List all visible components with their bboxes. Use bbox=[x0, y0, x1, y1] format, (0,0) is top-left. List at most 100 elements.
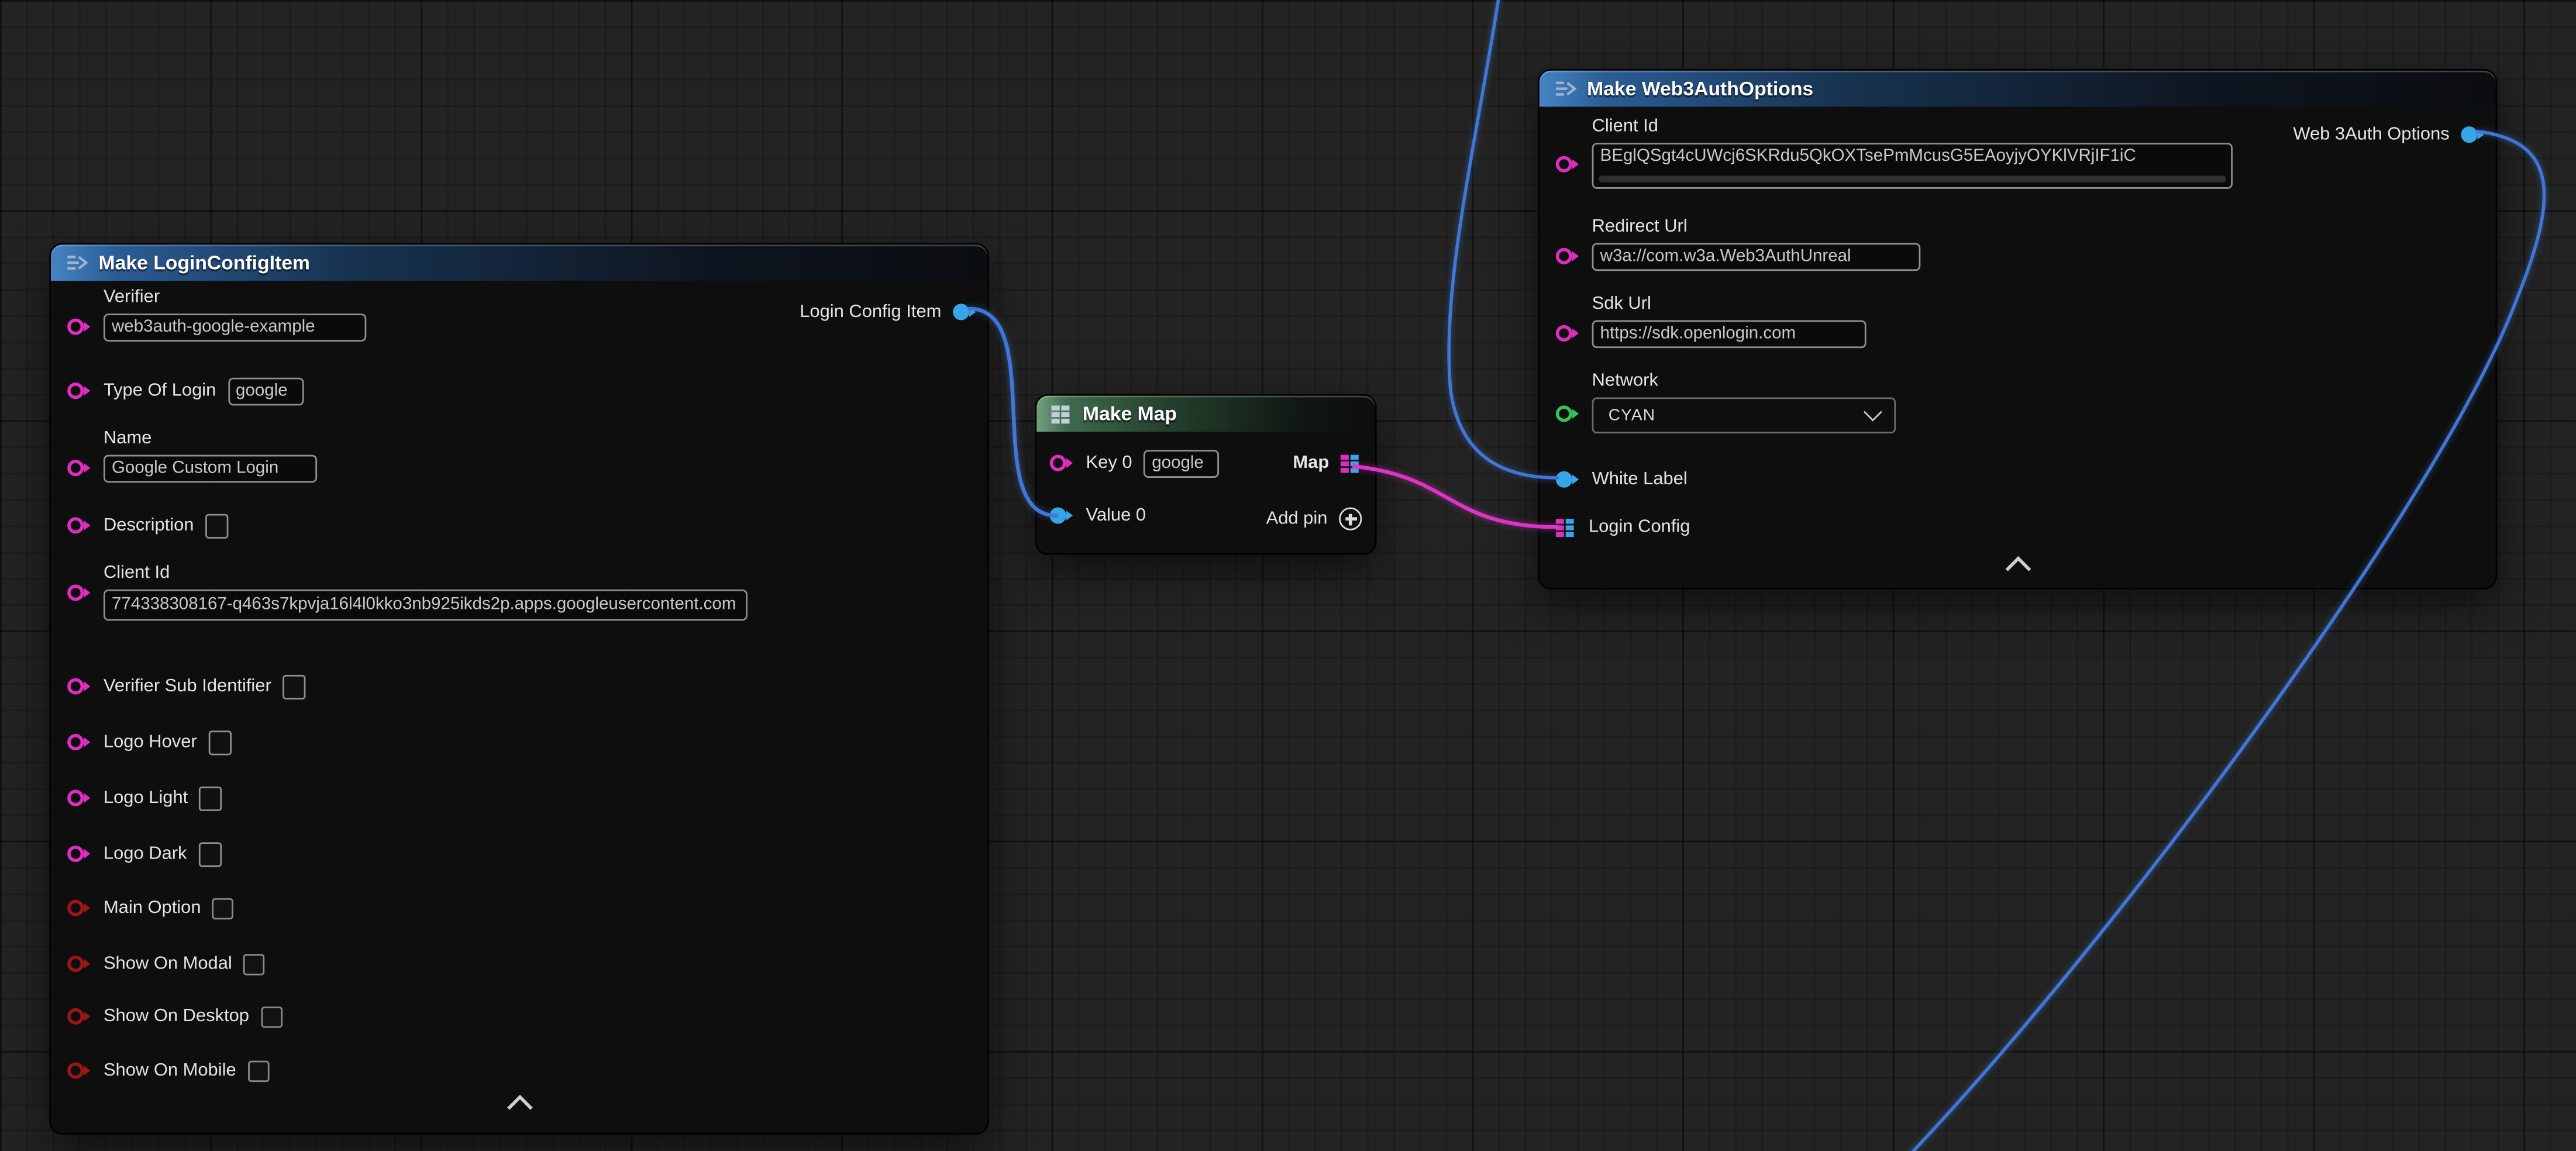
pin-label: Logo Hover bbox=[104, 732, 197, 753]
pin-row-name: Name Google Custom Login bbox=[67, 429, 317, 483]
logo-dark-input[interactable] bbox=[198, 842, 221, 866]
pin-label: Client Id bbox=[1592, 116, 2233, 137]
pin-label: Login Config bbox=[1589, 516, 1690, 537]
pin-type-of-login[interactable] bbox=[67, 382, 84, 399]
pin-label: Show On Mobile bbox=[104, 1060, 236, 1081]
node-header-make-map[interactable]: Make Map bbox=[1036, 396, 1375, 432]
pin-show-on-desktop[interactable] bbox=[67, 1008, 84, 1025]
pin-network[interactable] bbox=[1556, 405, 1572, 422]
pin-row-show-on-modal: Show On Modal bbox=[67, 949, 265, 979]
pin-row-web3auth-options-output: Web 3Auth Options bbox=[2293, 120, 2485, 150]
pin-show-on-mobile[interactable] bbox=[67, 1062, 84, 1078]
blueprint-editor-viewport: Make LoginConfigItem Login Config Item V… bbox=[0, 0, 2576, 1151]
pin-label: White Label bbox=[1592, 469, 1688, 490]
network-dropdown[interactable]: CYAN bbox=[1592, 397, 1896, 433]
pin-key0[interactable] bbox=[1050, 455, 1066, 471]
node-make-map[interactable]: Make Map Key 0 google Map Value 0 Add pi… bbox=[1035, 394, 1376, 555]
pin-description[interactable] bbox=[67, 517, 84, 533]
pin-row-login-config: Login Config bbox=[1556, 512, 1690, 542]
collapse-chevron-row bbox=[1540, 560, 2496, 578]
pin-label: Client Id bbox=[104, 563, 748, 584]
collapse-chevron-up-icon[interactable] bbox=[2005, 556, 2030, 582]
make-struct-icon bbox=[1554, 79, 1577, 99]
pin-verifier-sub-identifier[interactable] bbox=[67, 678, 84, 694]
show-on-desktop-checkbox[interactable] bbox=[261, 1006, 283, 1027]
pin-row-verifier: Verifier web3auth-google-example bbox=[67, 287, 366, 342]
logo-hover-input[interactable] bbox=[208, 730, 231, 754]
client-id-value: BEglQSgt4cUWcj6SKRdu5QkOXTsePmMcusG5EAoy… bbox=[1600, 146, 2136, 166]
node-header-make-web3authoptions[interactable]: Make Web3AuthOptions bbox=[1540, 71, 2496, 107]
client-id-input[interactable]: BEglQSgt4cUWcj6SKRdu5QkOXTsePmMcusG5EAoy… bbox=[1592, 143, 2233, 189]
verifier-sub-identifier-input[interactable] bbox=[283, 674, 305, 698]
pin-row-map-output: Map bbox=[1293, 448, 1362, 478]
logo-light-input[interactable] bbox=[199, 785, 222, 810]
pin-label: Logo Light bbox=[104, 787, 188, 808]
pin-label: Show On Desktop bbox=[104, 1006, 249, 1027]
pin-row-logo-hover: Logo Hover bbox=[67, 728, 232, 757]
sdk-url-input[interactable]: https://sdk.openlogin.com bbox=[1592, 320, 1866, 348]
pin-name[interactable] bbox=[67, 460, 84, 476]
collapse-chevron-up-icon[interactable] bbox=[507, 1095, 532, 1121]
pin-sdk-url[interactable] bbox=[1556, 325, 1572, 342]
pin-map-output[interactable] bbox=[1341, 454, 1362, 472]
node-make-web3authoptions[interactable]: Make Web3AuthOptions Web 3Auth Options C… bbox=[1538, 69, 2497, 590]
description-input[interactable] bbox=[205, 513, 228, 537]
verifier-input[interactable]: web3auth-google-example bbox=[104, 313, 366, 342]
pin-label: Login Config Item bbox=[800, 301, 941, 322]
map-container-icon bbox=[1052, 405, 1073, 423]
pin-label: Web 3Auth Options bbox=[2293, 124, 2449, 145]
wire-map-to-login-config[interactable] bbox=[1354, 466, 1557, 527]
add-pin-button[interactable] bbox=[1339, 507, 1362, 530]
pin-value0[interactable] bbox=[1050, 507, 1066, 523]
pin-row-network: Network CYAN bbox=[1556, 371, 1896, 433]
pin-row-main-option: Main Option bbox=[67, 893, 234, 923]
key0-input[interactable]: google bbox=[1144, 449, 1219, 477]
blueprint-graph-canvas[interactable]: Make LoginConfigItem Login Config Item V… bbox=[0, 0, 2576, 1151]
pin-main-option[interactable] bbox=[67, 900, 84, 916]
add-pin-row: Add pin bbox=[1266, 504, 1362, 534]
pin-logo-light[interactable] bbox=[67, 790, 84, 806]
pin-row-logo-dark: Logo Dark bbox=[67, 839, 221, 869]
pin-client-id[interactable] bbox=[1556, 156, 1572, 173]
pin-web3auth-options-output[interactable] bbox=[2461, 126, 2477, 143]
pin-label: Logo Dark bbox=[104, 843, 187, 864]
pin-row-client-id: Client Id 774338308167-q463s7kpvja16l4l0… bbox=[67, 563, 748, 620]
pin-row-sdk-url: Sdk Url https://sdk.openlogin.com bbox=[1556, 294, 1866, 349]
add-pin-label: Add pin bbox=[1266, 508, 1328, 529]
node-header-make-loginconfigitem[interactable]: Make LoginConfigItem bbox=[51, 244, 987, 281]
pin-row-login-config-item-output: Login Config Item bbox=[800, 297, 977, 327]
chevron-down-icon bbox=[1864, 403, 1882, 422]
node-title: Make Map bbox=[1083, 402, 1177, 425]
client-id-input[interactable]: 774338308167-q463s7kpvja16l4l0kko3nb925i… bbox=[104, 590, 748, 620]
pin-label: Sdk Url bbox=[1592, 294, 1866, 315]
pin-white-label[interactable] bbox=[1556, 471, 1572, 488]
show-on-mobile-checkbox[interactable] bbox=[247, 1060, 269, 1081]
pin-logo-hover[interactable] bbox=[67, 734, 84, 750]
pin-label: Map bbox=[1293, 452, 1329, 473]
show-on-modal-checkbox[interactable] bbox=[243, 953, 265, 974]
pin-show-on-modal[interactable] bbox=[67, 956, 84, 972]
pin-verifier[interactable] bbox=[67, 319, 84, 335]
pin-client-id[interactable] bbox=[67, 584, 84, 600]
node-make-loginconfigitem[interactable]: Make LoginConfigItem Login Config Item V… bbox=[49, 243, 989, 1134]
pin-label: Verifier Sub Identifier bbox=[104, 676, 271, 697]
pin-label: Name bbox=[104, 429, 317, 450]
type-of-login-input[interactable]: google bbox=[228, 377, 303, 405]
pin-logo-dark[interactable] bbox=[67, 846, 84, 862]
make-struct-icon bbox=[66, 253, 88, 273]
name-input[interactable]: Google Custom Login bbox=[104, 455, 317, 483]
pin-label: Value 0 bbox=[1086, 505, 1146, 526]
pin-row-client-id: Client Id BEglQSgt4cUWcj6SKRdu5QkOXTsePm… bbox=[1556, 116, 2233, 189]
main-option-checkbox[interactable] bbox=[212, 897, 234, 918]
pin-label: Redirect Url bbox=[1592, 217, 1921, 238]
pin-row-show-on-desktop: Show On Desktop bbox=[67, 1002, 282, 1032]
pin-login-config[interactable] bbox=[1556, 518, 1578, 536]
node-title: Make LoginConfigItem bbox=[99, 251, 310, 274]
pin-label: Verifier bbox=[104, 287, 366, 308]
hscrollbar-track[interactable] bbox=[1599, 175, 2226, 182]
pin-redirect-url[interactable] bbox=[1556, 248, 1572, 264]
pin-login-config-item-output[interactable] bbox=[953, 304, 969, 320]
redirect-url-input[interactable]: w3a://com.w3a.Web3AuthUnreal bbox=[1592, 243, 1921, 271]
pin-row-key0: Key 0 google bbox=[1050, 448, 1220, 478]
pin-label: Show On Modal bbox=[104, 953, 232, 974]
